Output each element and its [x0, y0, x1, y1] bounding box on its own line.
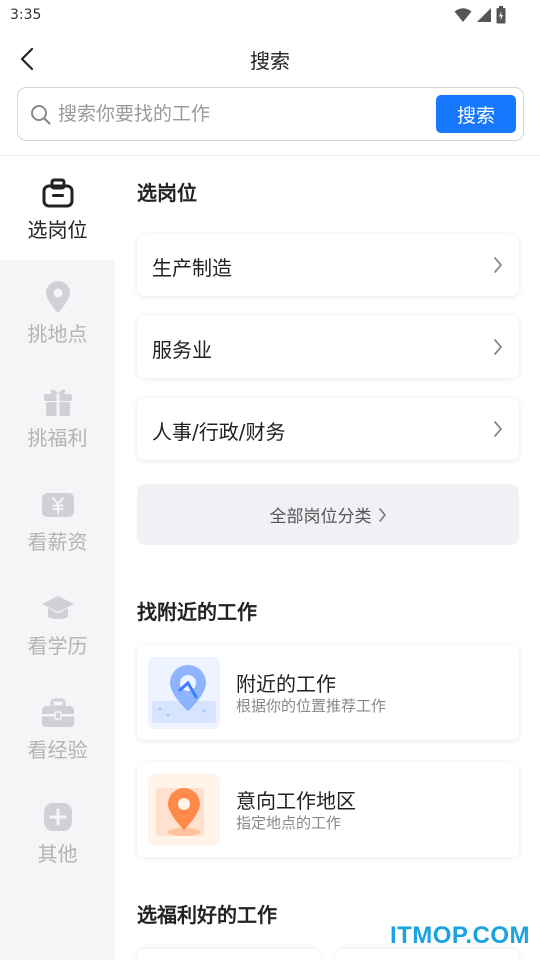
- sidebar-item-salary[interactable]: 看薪资: [0, 468, 115, 572]
- graduation-cap-icon: [41, 592, 75, 626]
- watermark: ITMOP.COM: [389, 922, 530, 949]
- category-label: 人事/行政/财务: [152, 420, 286, 444]
- target-area-icon: [148, 774, 220, 846]
- benefit-card[interactable]: [335, 949, 519, 960]
- toolbox-icon: [41, 696, 75, 730]
- status-icons: [454, 6, 506, 24]
- card-subtitle: 根据你的位置推荐工作: [236, 697, 387, 715]
- category-label: 生产制造: [152, 256, 232, 280]
- page-title: 搜索: [250, 49, 290, 73]
- category-item-hr-admin-finance[interactable]: 人事/行政/财务: [137, 398, 519, 460]
- sidebar-item-label: 挑福利: [27, 426, 88, 450]
- plus-circle-icon: [41, 800, 75, 834]
- sidebar-item-label: 挑地点: [27, 322, 88, 346]
- sidebar-item-label: 选岗位: [27, 218, 88, 242]
- salary-yen-icon: [41, 488, 75, 522]
- sidebar-item-label: 看薪资: [27, 530, 88, 554]
- search-input[interactable]: [58, 98, 438, 130]
- sidebar-item-location[interactable]: 挑地点: [0, 260, 115, 364]
- status-time: 3:35: [10, 7, 42, 23]
- category-item-service[interactable]: 服务业: [137, 316, 519, 378]
- sidebar-item-label: 看经验: [27, 738, 88, 762]
- chevron-right-icon: [494, 339, 502, 355]
- card-title: 意向工作地区: [236, 789, 356, 813]
- map-location-icon: [148, 657, 220, 729]
- search-icon: [31, 105, 51, 125]
- battery-icon: [496, 6, 506, 24]
- section-title-benefits: 选福利好的工作: [137, 903, 277, 927]
- preferred-area-card[interactable]: 意向工作地区 指定地点的工作: [137, 762, 519, 857]
- status-bar: 3:35: [0, 0, 540, 32]
- benefit-card[interactable]: [137, 949, 321, 960]
- location-pin-icon: [41, 280, 75, 314]
- sidebar-item-experience[interactable]: 看经验: [0, 676, 115, 780]
- category-sidebar: 选岗位 挑地点 挑福利 看薪资 看学历 看经验 其他: [0, 156, 115, 960]
- category-label: 服务业: [152, 338, 212, 362]
- gift-icon: [41, 384, 75, 418]
- chevron-right-icon: [494, 257, 502, 273]
- card-title: 附近的工作: [236, 672, 336, 696]
- sidebar-item-other[interactable]: 其他: [0, 780, 115, 884]
- section-title-nearby: 找附近的工作: [137, 600, 257, 624]
- nav-bar: 搜索: [0, 32, 540, 86]
- search-bar: 搜索: [17, 87, 524, 141]
- search-button[interactable]: 搜索: [436, 95, 516, 133]
- section-title-positions: 选岗位: [137, 181, 197, 205]
- sidebar-item-positions[interactable]: 选岗位: [0, 156, 115, 260]
- category-item-manufacturing[interactable]: 生产制造: [137, 234, 519, 296]
- chevron-right-icon: [494, 421, 502, 437]
- briefcase-icon: [41, 176, 75, 210]
- all-categories-button[interactable]: 全部岗位分类: [137, 484, 519, 545]
- wifi-icon: [454, 8, 472, 22]
- sidebar-item-benefits[interactable]: 挑福利: [0, 364, 115, 468]
- card-subtitle: 指定地点的工作: [236, 814, 342, 832]
- sidebar-item-label: 其他: [37, 842, 78, 866]
- nearby-jobs-card[interactable]: 附近的工作 根据你的位置推荐工作: [137, 645, 519, 740]
- sidebar-item-label: 看学历: [27, 634, 88, 658]
- chevron-right-icon: [378, 507, 386, 522]
- cell-signal-icon: [477, 8, 491, 22]
- all-categories-label: 全部岗位分类: [269, 507, 372, 527]
- main-content: 选岗位 生产制造 服务业 人事/行政/财务 全部岗位分类 找附近的工作 附近的工…: [115, 156, 540, 960]
- sidebar-item-education[interactable]: 看学历: [0, 572, 115, 676]
